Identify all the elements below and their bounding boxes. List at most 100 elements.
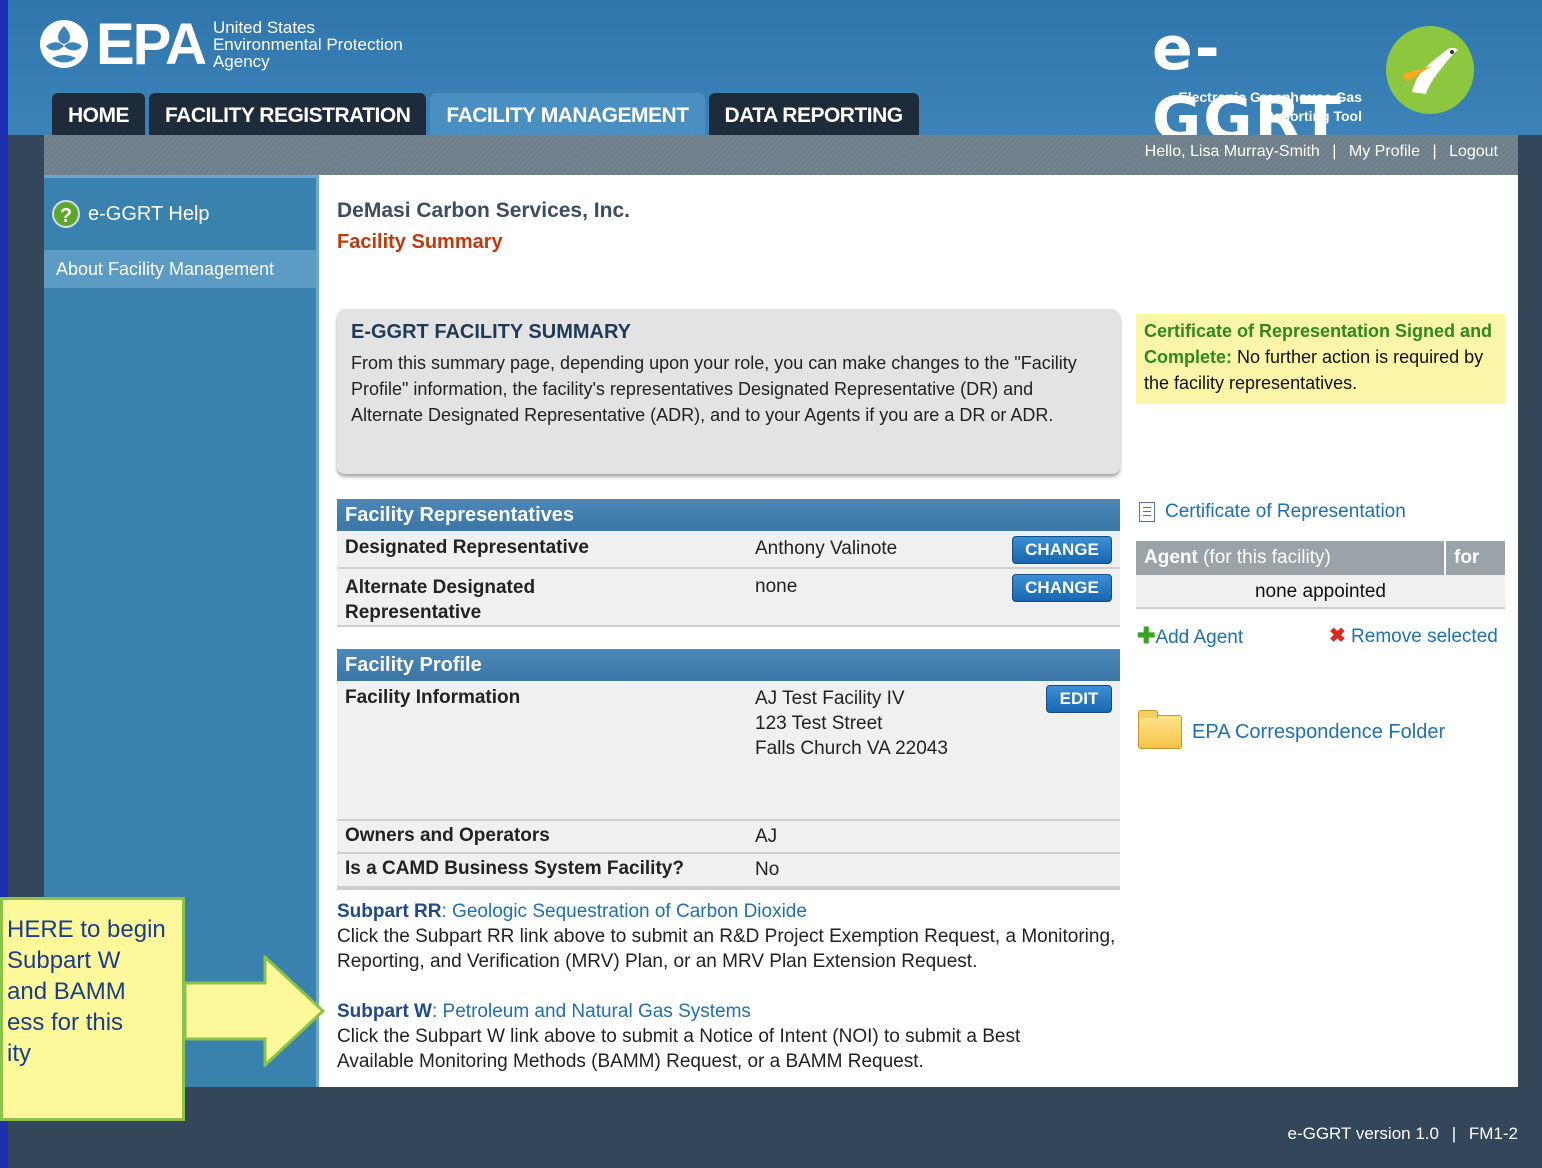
edit-facility-button[interactable]: EDIT (1046, 685, 1112, 713)
section-heading: Facility Profile (337, 649, 1120, 681)
subpart-rr-title: : Geologic Sequestration of Carbon Dioxi… (441, 901, 807, 922)
sidebar-item-about[interactable]: About Facility Management (44, 250, 316, 288)
row-value: Anthony Valinote (755, 538, 898, 559)
agent-table-header: Agent (for this facility) for (1136, 541, 1505, 575)
eggrt-wordmark: e-GGRT (1152, 14, 1343, 154)
my-profile-link[interactable]: My Profile (1349, 143, 1420, 160)
tab-home[interactable]: HOME (52, 93, 145, 135)
agent-table: Agent (for this facility) for none appoi… (1136, 541, 1505, 609)
callout-line-1: HERE to begin (7, 916, 166, 943)
subpart-rr-link[interactable]: Subpart RR: Geologic Sequestration of Ca… (337, 899, 1127, 924)
help-link[interactable]: ? e-GGRT Help (52, 200, 210, 228)
callout-line-5: ity (7, 1040, 31, 1067)
summary-box: E-GGRT FACILITY SUMMARY From this summar… (337, 309, 1120, 474)
agency-line-2: Environmental Protection (212, 34, 403, 54)
row-label: Facility Information (345, 687, 521, 708)
plus-icon: ✚ (1137, 623, 1156, 648)
help-label: e-GGRT Help (88, 202, 210, 225)
epa-wordmark: EPA (96, 11, 207, 77)
certificate-link-label: Certificate of Representation (1165, 501, 1406, 522)
help-icon: ? (52, 200, 80, 228)
instruction-callout: HERE to begin Subpart W and BAMM ess for… (0, 897, 185, 1121)
row-value: AJ (755, 826, 778, 847)
agent-empty-row: none appointed (1136, 575, 1505, 609)
agent-header-bold: Agent (1144, 547, 1198, 568)
eggrt-subtitle-line-1: Electronic Greenhouse Gas (1178, 89, 1362, 105)
user-links: Hello, Lisa Murray-Smith | My Profile | … (1141, 143, 1502, 161)
egret-logo-icon (1386, 26, 1474, 114)
agent-header-rest: (for this facility) (1197, 547, 1331, 568)
facility-city: Falls Church VA 22043 (755, 738, 948, 759)
page-title: Facility Summary (337, 231, 503, 253)
header: EPA United States Environmental Protecti… (8, 0, 1542, 154)
tab-facility-management[interactable]: FACILITY MANAGEMENT (430, 93, 705, 135)
row-label: Designated Representative (345, 537, 589, 558)
subpart-w-title: : Petroleum and Natural Gas Systems (432, 1001, 751, 1022)
facility-street: 123 Test Street (755, 713, 883, 734)
row-value: none (755, 576, 798, 597)
row-label: Alternate Designated Representative (345, 577, 536, 623)
for-column-header: for (1454, 547, 1480, 568)
row-label: Owners and Operators (345, 825, 550, 846)
agency-line-1: United States (212, 17, 316, 37)
eggrt-subtitle: Electronic Greenhouse Gas Reporting Tool (1178, 88, 1362, 126)
separator: | (1432, 143, 1437, 160)
add-agent-label: Add Agent (1155, 627, 1244, 648)
summary-heading: E-GGRT FACILITY SUMMARY (351, 321, 631, 343)
subpart-w-description: Click the Subpart W link above to submit… (337, 1026, 1021, 1072)
section-heading: Facility Representatives (337, 499, 1120, 531)
epa-flower-icon (40, 20, 88, 68)
agent-column-header: Agent (for this facility) (1136, 541, 1446, 575)
version-text: e-GGRT version 1.0 (1287, 1124, 1439, 1143)
table-row: Owners and Operators AJ (337, 821, 1120, 854)
table-row: Facility Information AJ Test Facility IV… (337, 681, 1120, 821)
callout-text: HERE to begin Subpart W and BAMM ess for… (3, 914, 182, 1069)
remove-selected-link[interactable]: ✖ Remove selected (1329, 623, 1498, 648)
user-bar: Hello, Lisa Murray-Smith | My Profile | … (44, 135, 1518, 175)
footer-version: e-GGRT version 1.0 | FM1-2 (1287, 1124, 1518, 1144)
facility-representatives-section: Facility Representatives Designated Repr… (337, 499, 1120, 627)
agency-line-3: Agency (212, 51, 270, 71)
eggrt-logo: e-GGRT Electronic Greenhouse Gas Reporti… (1152, 6, 1512, 154)
tab-facility-registration[interactable]: FACILITY REGISTRATION (149, 93, 427, 135)
main-content: DeMasi Carbon Services, Inc. Facility Su… (316, 175, 1518, 1087)
summary-body: From this summary page, depending upon y… (351, 353, 1077, 425)
table-row: Is a CAMD Business System Facility? No (337, 854, 1120, 890)
callout-line-4: ess for this (7, 1009, 124, 1036)
subpart-rr-code: Subpart RR (337, 901, 442, 922)
remove-selected-label: Remove selected (1351, 626, 1498, 647)
facility-profile-section: Facility Profile Facility Information AJ… (337, 649, 1120, 890)
facility-address: AJ Test Facility IV 123 Test Street Fall… (755, 686, 948, 761)
subpart-rr-block: Subpart RR: Geologic Sequestration of Ca… (337, 899, 1127, 974)
screen-code: FM1-2 (1468, 1124, 1518, 1143)
subpart-w-link[interactable]: Subpart W: Petroleum and Natural Gas Sys… (337, 999, 1097, 1024)
folder-icon (1138, 710, 1182, 749)
subpart-w-code: Subpart W (337, 1001, 432, 1022)
callout-line-2: Subpart W (7, 947, 121, 974)
eggrt-subtitle-line-2: Reporting Tool (1263, 108, 1363, 124)
epa-logo[interactable]: EPA United States Environmental Protecti… (38, 10, 403, 78)
row-value: No (755, 859, 780, 880)
company-name: DeMasi Carbon Services, Inc. (337, 199, 630, 222)
separator: | (1451, 1124, 1457, 1143)
change-dr-button[interactable]: CHANGE (1012, 536, 1112, 564)
table-row: Alternate Designated Representative none… (337, 569, 1120, 627)
agency-name: United States Environmental Protection A… (213, 19, 403, 70)
tab-data-reporting[interactable]: DATA REPORTING (708, 93, 919, 135)
facility-name: AJ Test Facility IV (755, 688, 905, 709)
table-row: Designated Representative Anthony Valino… (337, 531, 1120, 569)
correspondence-folder-link[interactable]: EPA Correspondence Folder (1138, 710, 1446, 749)
callout-line-3: and BAMM (7, 978, 126, 1005)
user-greeting: Hello, Lisa Murray-Smith (1144, 143, 1320, 160)
callout-arrow-icon (185, 955, 325, 1067)
certificate-link[interactable]: Certificate of Representation (1139, 501, 1406, 523)
epa-mark: EPA (38, 11, 207, 78)
add-agent-link[interactable]: ✚Add Agent (1137, 623, 1243, 649)
change-adr-button[interactable]: CHANGE (1012, 574, 1112, 602)
folder-label: EPA Correspondence Folder (1192, 720, 1446, 743)
document-icon (1139, 502, 1155, 522)
main-tabs: HOME FACILITY REGISTRATION FACILITY MANA… (52, 93, 919, 135)
logout-link[interactable]: Logout (1449, 143, 1498, 160)
subpart-w-block: Subpart W: Petroleum and Natural Gas Sys… (337, 999, 1097, 1074)
separator: | (1332, 143, 1337, 160)
